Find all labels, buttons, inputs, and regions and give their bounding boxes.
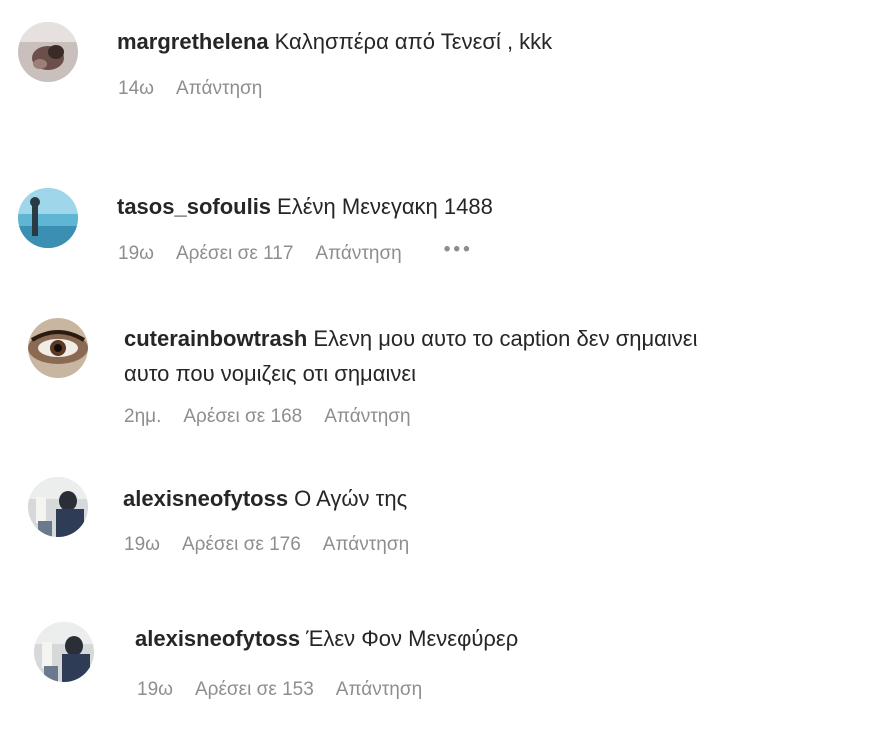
avatar[interactable]: [28, 318, 88, 378]
username-link[interactable]: tasos_sofoulis: [117, 194, 271, 219]
reply-button[interactable]: Απάντηση: [336, 679, 422, 700]
more-options-icon[interactable]: •••: [444, 238, 473, 262]
comment-body-continued: αυτο που νομιζεις οτι σημαινει: [124, 361, 417, 386]
comment-text-line: cuterainbowtrash Ελενη μου αυτο το captio…: [124, 321, 697, 357]
username-link[interactable]: alexisneofytoss: [123, 486, 288, 511]
comment-meta: 19ω Αρέσει σε 153 Απάντηση: [137, 678, 444, 702]
username-link[interactable]: margrethelena: [117, 29, 269, 54]
comment-text-line: alexisneofytoss Έλεν Φον Μενεφύρερ: [135, 621, 518, 657]
comment-body: Έλεν Φον Μενεφύρερ: [306, 626, 519, 651]
comment-body: Καλησπέρα από Τενεσί , kkk: [274, 29, 553, 54]
comment-meta: 2ημ. Αρέσει σε 168 Απάντηση: [124, 405, 433, 429]
comment-text-line: tasos_sofoulis Ελένη Μενεγακη 1488: [117, 189, 493, 225]
comment-time: 19ω: [118, 243, 154, 264]
avatar[interactable]: [18, 188, 78, 248]
comment-body: Ελένη Μενεγακη 1488: [277, 194, 493, 219]
comment-time: 14ω: [118, 78, 154, 99]
username-link[interactable]: alexisneofytoss: [135, 626, 300, 651]
likes-count-link[interactable]: Αρέσει σε 117: [176, 243, 293, 264]
reply-button[interactable]: Απάντηση: [315, 243, 401, 264]
comment-body: Ο Αγών της: [294, 486, 408, 511]
comment-time: 2ημ.: [124, 406, 162, 427]
reply-button[interactable]: Απάντηση: [176, 78, 262, 99]
comment-body: Ελενη μου αυτο το caption δεν σημαινει: [313, 326, 698, 351]
comment-text-line-2: αυτο που νομιζεις οτι σημαινει: [124, 356, 416, 392]
likes-count-link[interactable]: Αρέσει σε 176: [182, 534, 301, 555]
avatar-icon: [28, 477, 88, 537]
avatar-icon: [34, 622, 94, 682]
likes-count-link[interactable]: Αρέσει σε 168: [183, 406, 302, 427]
comment-meta: 19ω Αρέσει σε 176 Απάντηση: [124, 533, 431, 557]
likes-count-link[interactable]: Αρέσει σε 153: [195, 679, 314, 700]
avatar[interactable]: [28, 477, 88, 537]
reply-button[interactable]: Απάντηση: [324, 406, 410, 427]
comment-text-line: alexisneofytoss Ο Αγών της: [123, 481, 407, 517]
comment-time: 19ω: [137, 679, 173, 700]
comment-meta: 14ω Απάντηση: [118, 77, 284, 101]
avatar[interactable]: [18, 22, 78, 82]
avatar-icon: [18, 22, 78, 82]
reply-button[interactable]: Απάντηση: [323, 534, 409, 555]
username-link[interactable]: cuterainbowtrash: [124, 326, 307, 351]
comment-time: 19ω: [124, 534, 160, 555]
comment-meta: 19ω Αρέσει σε 117 Απάντηση •••: [118, 239, 495, 266]
avatar-icon: [28, 318, 88, 378]
comment-text-line: margrethelena Καλησπέρα από Τενεσί , kkk: [117, 24, 552, 60]
avatar-icon: [18, 188, 78, 248]
avatar[interactable]: [34, 622, 94, 682]
